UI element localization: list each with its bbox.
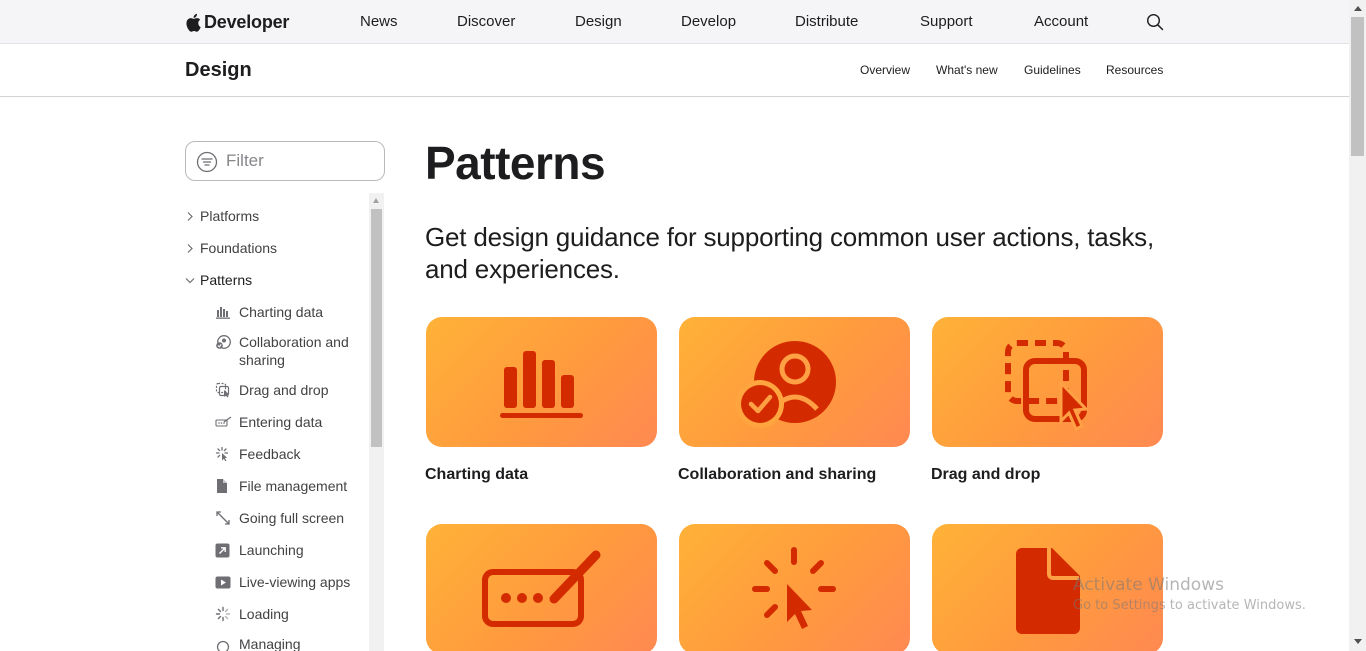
windows-activation-watermark: Activate Windows Go to Settings to activ… [1073,575,1306,613]
nav-link-develop[interactable]: Develop [681,13,736,30]
sidebar-section-label: Platforms [200,208,260,224]
subnav-resources[interactable]: Resources [1106,63,1163,77]
sidebar-item-label: Feedback [239,446,301,462]
play-rect-icon [215,573,239,591]
sidebar-item-live-viewing-apps[interactable]: Live-viewing apps [215,573,360,591]
person-check-icon [736,341,836,428]
card-collaboration-and-sharing[interactable] [679,317,910,447]
document-icon [215,477,239,495]
nav-link-account[interactable]: Account [1034,13,1088,30]
card-label-collaboration-and-sharing[interactable]: Collaboration and sharing [678,466,876,484]
sidebar-item-collaboration[interactable]: Collaboration and sharing [215,333,360,369]
page-title: Patterns [425,137,606,189]
drag-drop-icon [215,381,239,399]
expand-arrows-icon [215,509,239,527]
sidebar-item-launching[interactable]: Launching [215,541,360,559]
card-feedback[interactable] [679,524,910,651]
sidebar-scrollbar[interactable] [369,193,384,651]
sidebar-item-drag-and-drop[interactable]: Drag and drop [215,381,360,399]
nav-link-support[interactable]: Support [920,13,973,30]
person-check-icon [215,333,239,351]
scroll-up-arrow-icon[interactable] [1354,6,1362,11]
card-drag-and-drop[interactable] [932,317,1163,447]
subnav-guidelines[interactable]: Guidelines [1024,63,1081,77]
subnav-whats-new[interactable]: What's new [936,63,998,77]
scroll-up-arrow-icon[interactable] [373,198,379,203]
sidebar-item-managing[interactable]: Managing [215,635,360,651]
sidebar-scroll-thumb[interactable] [371,209,382,447]
scroll-down-arrow-icon[interactable] [1354,639,1362,644]
apple-logo-icon [186,13,201,32]
sidebar-item-entering-data[interactable]: Entering data [215,413,360,431]
filter-input[interactable] [226,150,376,172]
nav-link-news[interactable]: News [360,13,398,30]
sidebar-section-label: Foundations [200,240,278,256]
sidebar-item-label: Charting data [239,304,324,320]
person-gear-icon [215,635,239,651]
pencil-field-icon [215,413,239,431]
sidebar-section-foundations[interactable]: Foundations [185,238,277,258]
sidebar-item-charting-data[interactable]: Charting data [215,303,360,321]
watermark-line-1: Activate Windows [1073,575,1224,595]
sidebar-section-label: Patterns [200,272,253,288]
card-label-charting-data[interactable]: Charting data [425,466,528,484]
feedback-cursor-icon [752,547,836,629]
developer-home-link[interactable]: Developer [185,9,289,35]
chevron-right-icon [185,209,200,224]
search-icon[interactable] [1146,13,1164,31]
page-scrollbar[interactable] [1349,0,1366,651]
nav-link-distribute[interactable]: Distribute [795,13,858,30]
filter-box [185,141,385,181]
nav-link-design[interactable]: Design [575,13,622,30]
spinner-icon [215,605,239,623]
sidebar-section-patterns[interactable]: Patterns [185,270,252,290]
sidebar-item-label: Managing [239,636,301,651]
sidebar-item-going-full-screen[interactable]: Going full screen [215,509,360,527]
chevron-right-icon [185,241,200,256]
nav-link-discover[interactable]: Discover [457,13,515,30]
chart-bars-icon [215,303,239,321]
sidebar-item-label: Live-viewing apps [239,574,351,590]
feedback-burst-icon [215,445,239,463]
section-title[interactable]: Design [185,59,252,82]
launch-arrow-icon [215,541,239,559]
sidebar-nav: Platforms Foundations Patterns Charting … [185,193,385,651]
sidebar-item-loading[interactable]: Loading [215,605,360,623]
page-lead: Get design guidance for supporting commo… [425,222,1154,284]
subnav-overview[interactable]: Overview [860,63,910,77]
watermark-line-2: Go to Settings to activate Windows. [1073,598,1306,613]
card-entering-data[interactable] [426,524,657,651]
sidebar-item-feedback[interactable]: Feedback [215,445,360,463]
card-charting-data[interactable] [426,317,657,447]
local-nav: Design Overview What's new Guidelines Re… [0,44,1349,97]
sidebar-item-label: Drag and drop [239,382,329,398]
chevron-down-icon [185,273,200,288]
drag-drop-icon [1005,340,1090,432]
card-label-drag-and-drop[interactable]: Drag and drop [931,466,1040,484]
filter-icon [196,151,218,173]
sidebar-item-label: Going full screen [239,510,345,526]
chart-bars-icon [500,351,583,418]
sidebar-item-label: Launching [239,542,304,558]
sidebar-item-file-management[interactable]: File management [215,477,360,495]
sidebar-item-label: File management [239,478,348,494]
sidebar-item-label: Entering data [239,414,323,430]
pencil-field-icon [482,550,601,627]
global-nav: Developer News Discover Design Develop D… [0,0,1349,44]
page-scroll-thumb[interactable] [1351,17,1364,156]
sidebar-item-label: Collaboration and sharing [239,334,349,368]
sidebar-item-label: Loading [239,606,289,622]
sidebar-section-platforms[interactable]: Platforms [185,206,259,226]
brand-label: Developer [204,11,290,32]
